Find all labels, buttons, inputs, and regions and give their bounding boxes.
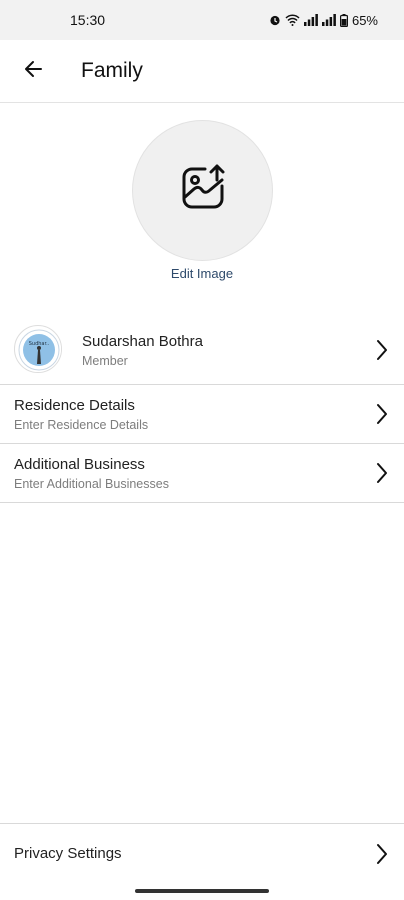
member-name: Sudarshan Bothra	[82, 333, 203, 350]
chevron-right-icon	[376, 843, 388, 870]
residence-details-row[interactable]: Residence Details Enter Residence Detail…	[0, 385, 404, 444]
status-icons: 65%	[269, 13, 378, 28]
signal-icon-2	[321, 14, 336, 26]
chevron-right-icon	[376, 339, 388, 366]
app-bar: Family	[0, 40, 404, 103]
privacy-settings-row[interactable]: Privacy Settings	[0, 823, 404, 881]
back-button[interactable]	[18, 56, 48, 86]
additional-business-subtitle: Enter Additional Businesses	[14, 477, 169, 491]
system-nav-bar	[0, 881, 404, 900]
chevron-right-icon	[376, 462, 388, 489]
details-list: Sudhar.. Sudarshan Bothra Member Residen…	[0, 316, 404, 503]
profile-image-upload[interactable]	[132, 120, 273, 261]
residence-details-title: Residence Details	[14, 397, 135, 414]
additional-business-row[interactable]: Additional Business Enter Additional Bus…	[0, 444, 404, 503]
wifi-icon	[285, 14, 300, 26]
member-row[interactable]: Sudhar.. Sudarshan Bothra Member	[0, 316, 404, 385]
additional-business-title: Additional Business	[14, 456, 145, 473]
privacy-settings-label: Privacy Settings	[14, 845, 122, 862]
alarm-icon	[269, 14, 281, 26]
status-bar: 15:30 65%	[0, 0, 404, 40]
residence-details-subtitle: Enter Residence Details	[14, 418, 149, 432]
image-upload-icon	[177, 162, 229, 219]
page-title: Family	[81, 59, 143, 82]
status-time: 15:30	[70, 12, 106, 28]
edit-image-link[interactable]: Edit Image	[0, 266, 404, 281]
home-gesture-handle[interactable]	[135, 888, 269, 893]
battery-icon	[339, 13, 348, 27]
signal-icon	[303, 14, 318, 26]
battery-percent: 65%	[351, 12, 378, 28]
member-avatar-text: Sudhar..	[29, 341, 50, 347]
arrow-left-icon	[23, 59, 43, 84]
member-role: Member	[82, 354, 128, 368]
chevron-right-icon	[376, 403, 388, 430]
member-avatar: Sudhar..	[14, 325, 62, 373]
